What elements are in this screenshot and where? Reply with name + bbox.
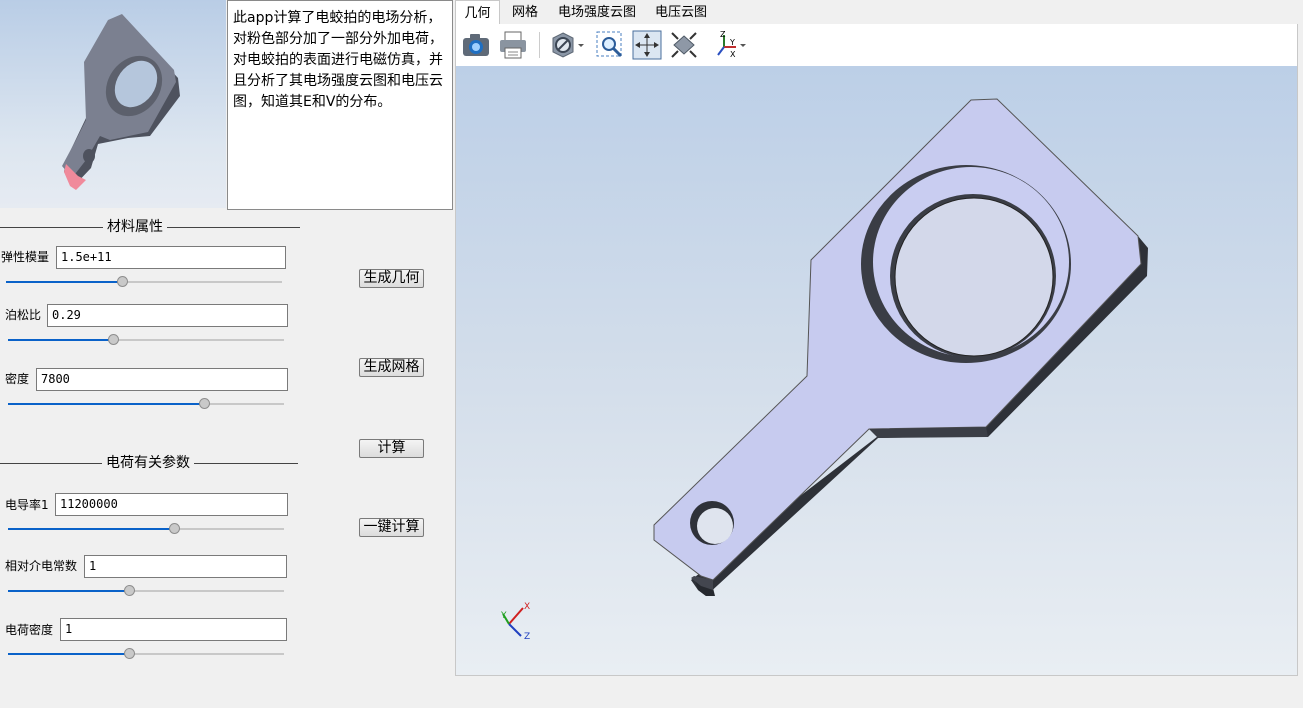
density-label: 密度 (5, 372, 30, 386)
slider-fill (8, 653, 130, 655)
axis-orientation-icon[interactable]: ZYX (710, 29, 750, 61)
density-input[interactable]: 7800 (36, 368, 288, 391)
density-slider[interactable] (8, 398, 284, 410)
material-section-title: 材料属性 (103, 219, 167, 235)
axis-icon-z-letter: Z (720, 30, 726, 39)
description-text: 此app计算了电蛟拍的电场分析，对粉色部分加了一部分外加电荷，对电蛟拍的表面进行… (227, 0, 453, 210)
slider-fill (8, 403, 204, 405)
conductivity-slider[interactable] (8, 523, 284, 535)
zoom-fit-icon[interactable] (631, 29, 663, 61)
poisson-ratio-slider[interactable] (8, 334, 284, 346)
part-thumbnail-graphic (62, 14, 180, 190)
zoom-box-icon[interactable] (594, 29, 626, 61)
charge-density-input[interactable]: 1 (60, 618, 287, 641)
poisson-ratio-label: 泊松比 (5, 308, 42, 322)
toolbar-separator (539, 32, 540, 58)
tab-electric-field[interactable]: 电场强度云图 (556, 0, 638, 24)
slider-handle[interactable] (124, 585, 136, 596)
axis-icon-y-letter: Y (729, 38, 735, 47)
triad-x-label: X (524, 602, 530, 612)
slider-fill (8, 590, 130, 592)
triad-z-label: Z (524, 632, 530, 642)
slider-handle[interactable] (168, 523, 180, 534)
poisson-ratio-input[interactable]: 0.29 (47, 304, 288, 327)
slider-handle[interactable] (116, 276, 128, 287)
slider-handle[interactable] (124, 648, 136, 659)
charge-density-label: 电荷密度 (5, 623, 54, 637)
slider-handle[interactable] (107, 334, 119, 345)
3d-model-view: X Y Z (500, 98, 1148, 642)
conductivity-input[interactable]: 11200000 (55, 493, 288, 516)
printer-icon[interactable] (497, 29, 529, 61)
axis-icon-x-letter: X (730, 50, 736, 59)
preview-thumbnail (0, 0, 226, 208)
slider-fill (6, 281, 122, 283)
charge-section-header: 电荷有关参数 (0, 455, 298, 471)
render-mode-icon[interactable] (548, 29, 586, 61)
elastic-modulus-label: 弹性模量 (1, 250, 50, 264)
permittivity-label: 相对介电常数 (5, 559, 78, 573)
tab-geometry[interactable]: 几何 (455, 0, 500, 24)
conductivity-label: 电导率1 (5, 498, 49, 512)
slider-fill (8, 339, 113, 341)
material-section-header: 材料属性 (0, 219, 300, 235)
triad-y-label: Y (500, 611, 507, 621)
charge-density-slider[interactable] (8, 648, 284, 660)
compute-button[interactable]: 计算 (359, 439, 424, 458)
elastic-modulus-input[interactable]: 1.5e+11 (56, 246, 286, 269)
generate-geometry-button[interactable]: 生成几何 (359, 269, 424, 288)
tab-voltage[interactable]: 电压云图 (651, 0, 711, 24)
axis-triad: X Y Z (500, 602, 530, 642)
view-tabs: 几何 网格 电场强度云图 电压云图 (455, 0, 1298, 24)
one-click-compute-button[interactable]: 一键计算 (359, 518, 424, 537)
generate-mesh-button[interactable]: 生成网格 (359, 358, 424, 377)
tab-mesh[interactable]: 网格 (505, 0, 545, 24)
model-ring-hole (894, 197, 1054, 357)
camera-icon[interactable] (460, 29, 492, 61)
graphics-toolbar: ZYX (455, 24, 1298, 66)
charge-section-title: 电荷有关参数 (102, 455, 194, 471)
graphics-viewport[interactable]: X Y Z (455, 66, 1298, 676)
permittivity-slider[interactable] (8, 585, 284, 597)
permittivity-input[interactable]: 1 (84, 555, 287, 578)
slider-handle[interactable] (198, 398, 210, 409)
elastic-modulus-slider[interactable] (6, 276, 282, 288)
view-fit-icon[interactable] (668, 29, 700, 61)
slider-fill (8, 528, 174, 530)
